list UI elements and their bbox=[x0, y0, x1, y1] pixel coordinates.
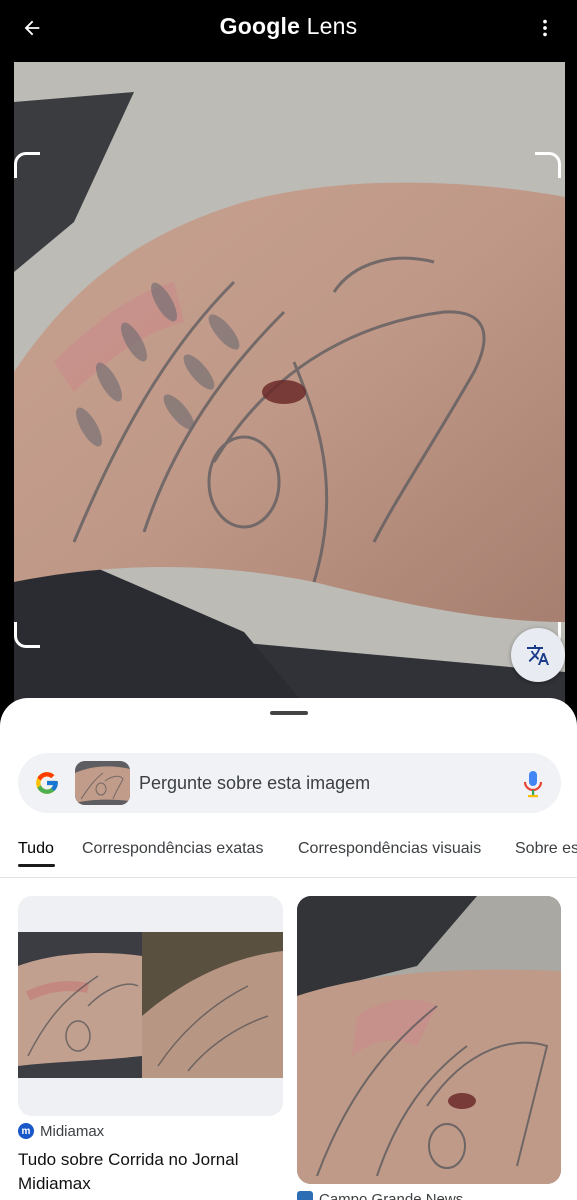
searched-photo bbox=[14, 62, 565, 716]
result-card-image[interactable] bbox=[18, 896, 283, 1116]
search-placeholder: Pergunte sobre esta imagem bbox=[139, 773, 371, 793]
google-g-icon bbox=[36, 772, 58, 794]
image-viewer[interactable] bbox=[0, 56, 577, 716]
mic-icon[interactable] bbox=[523, 770, 543, 798]
result-source[interactable]: m Midiamax bbox=[18, 1122, 104, 1140]
app-title: Google Lens bbox=[0, 13, 577, 40]
query-image-thumbnail[interactable] bbox=[75, 761, 130, 805]
result-card-image[interactable] bbox=[297, 896, 561, 1184]
active-tab-indicator bbox=[18, 864, 55, 867]
more-options-button[interactable] bbox=[527, 10, 563, 46]
sheet-drag-handle[interactable] bbox=[270, 711, 308, 715]
tab-exact-matches[interactable]: Correspondências exatas bbox=[82, 840, 263, 858]
tab-visual-matches[interactable]: Correspondências visuais bbox=[298, 840, 481, 858]
result-tabs: Tudo Correspondências exatas Correspondê… bbox=[0, 832, 577, 878]
translate-button[interactable] bbox=[511, 628, 565, 682]
crop-handle-top-left[interactable] bbox=[14, 152, 40, 178]
source-name: Midiamax bbox=[40, 1122, 105, 1140]
translate-icon bbox=[527, 645, 549, 665]
crop-handle-top-right[interactable] bbox=[535, 152, 561, 178]
search-bar[interactable]: Pergunte sobre esta imagem bbox=[18, 753, 561, 813]
tab-about[interactable]: Sobre es bbox=[515, 840, 577, 858]
results-sheet: Pergunte sobre esta imagem Tudo Correspo… bbox=[0, 698, 577, 1200]
more-vert-icon bbox=[543, 19, 547, 37]
crop-handle-bottom-left[interactable] bbox=[14, 622, 40, 648]
result-source[interactable]: Campo Grande News bbox=[297, 1190, 463, 1200]
tab-tudo[interactable]: Tudo bbox=[18, 840, 54, 858]
top-app-bar: Google Lens bbox=[0, 0, 577, 56]
title-product: Lens bbox=[306, 13, 358, 39]
campo-grande-news-favicon-icon bbox=[297, 1191, 313, 1200]
result-title[interactable]: Tudo sobre Corrida no Jornal Midiamax bbox=[18, 1148, 283, 1196]
source-name: Campo Grande News bbox=[319, 1190, 464, 1200]
midiamax-favicon-icon: m bbox=[18, 1123, 34, 1139]
title-brand: Google bbox=[219, 13, 301, 39]
